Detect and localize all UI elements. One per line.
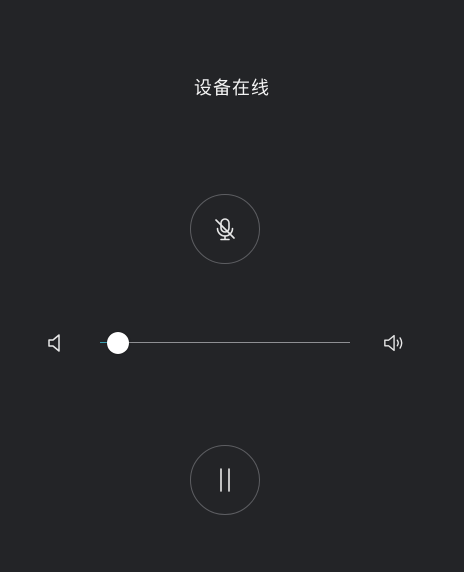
mute-mic-button[interactable]: [190, 194, 260, 264]
volume-slider[interactable]: [100, 332, 350, 354]
device-status-title: 设备在线: [194, 78, 270, 99]
volume-low-icon[interactable]: [43, 331, 67, 355]
pause-icon: [215, 467, 235, 493]
volume-slider-track: [100, 342, 350, 343]
volume-high-icon[interactable]: [383, 331, 407, 355]
volume-slider-thumb[interactable]: [106, 332, 129, 354]
pause-button[interactable]: [190, 445, 260, 515]
mic-off-icon: [211, 215, 239, 243]
